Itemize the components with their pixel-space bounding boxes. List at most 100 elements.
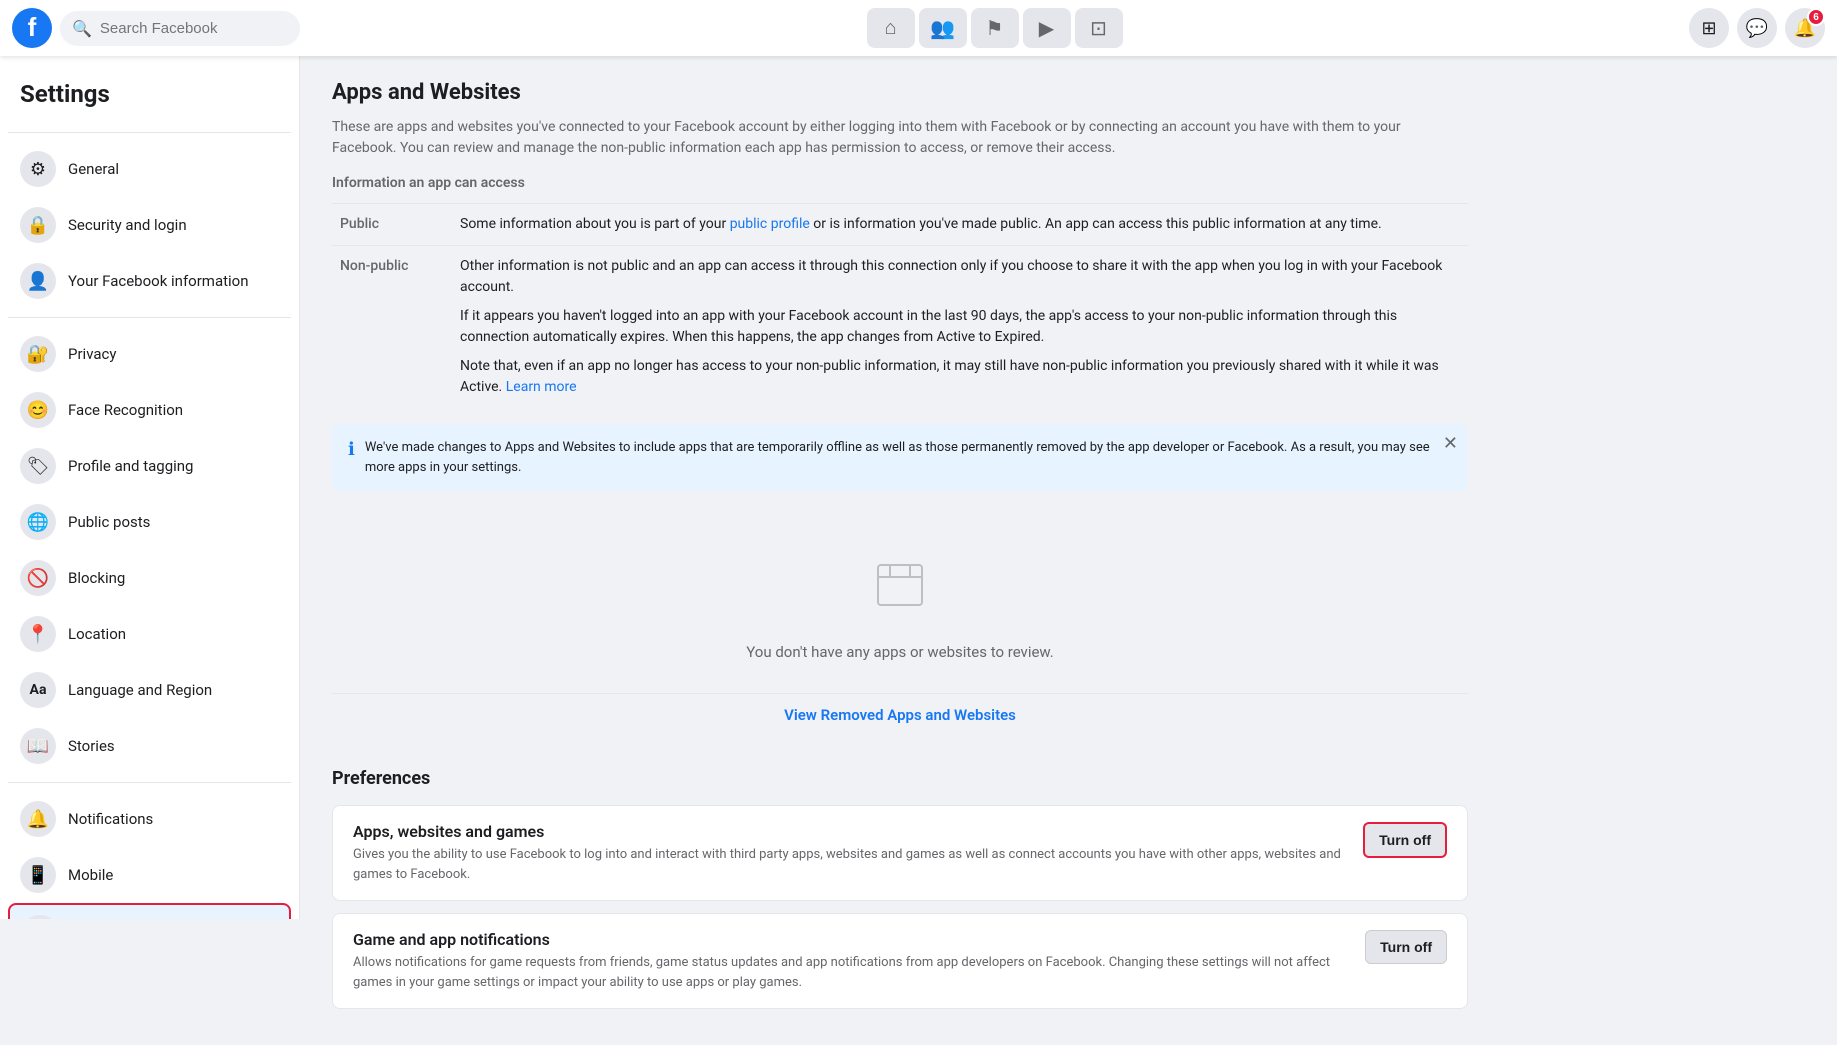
nav-icons-center: ⌂ 👥 ⚑ ▶ ⊡ [308, 8, 1681, 48]
language-icon: Aa [20, 672, 56, 708]
pref-card-text-1: Apps, websites and games Gives you the a… [353, 822, 1347, 884]
general-icon: ⚙ [20, 151, 56, 187]
sidebar-label-facebook-info: Your Facebook information [68, 272, 249, 290]
learn-more-link[interactable]: Learn more [506, 379, 577, 395]
sidebar-item-blocking[interactable]: 🚫 Blocking [8, 550, 291, 606]
sidebar-label-public-posts: Public posts [68, 513, 150, 531]
top-navigation: f 🔍 ⌂ 👥 ⚑ ▶ ⊡ ⊞ 💬 🔔 6 [0, 0, 1837, 56]
sidebar-label-notifications: Notifications [68, 810, 153, 828]
sidebar-item-general[interactable]: ⚙ General [8, 141, 291, 197]
sidebar-item-face-recognition[interactable]: 😊 Face Recognition [8, 382, 291, 438]
settings-title: Settings [8, 72, 291, 124]
sidebar-item-privacy[interactable]: 🔐 Privacy [8, 326, 291, 382]
page-title: Apps and Websites [332, 80, 1468, 105]
empty-state-text: You don't have any apps or websites to r… [746, 643, 1054, 661]
main-content: Apps and Websites These are apps and web… [300, 56, 1500, 1045]
nonpublic-text3-before: Note that, even if an app no longer has … [460, 358, 1439, 395]
public-text-before: Some information about you is part of yo… [460, 216, 730, 232]
pref-name-2: Game and app notifications [353, 930, 1349, 949]
pref-name-1: Apps, websites and games [353, 822, 1347, 841]
search-icon: 🔍 [72, 19, 92, 38]
view-removed-link[interactable]: View Removed Apps and Websites [332, 693, 1468, 736]
sidebar-item-language-region[interactable]: Aa Language and Region [8, 662, 291, 718]
preferences-title: Preferences [332, 768, 1468, 789]
sidebar-item-apps-websites[interactable]: ⊞ Apps and Websites [8, 903, 291, 919]
home-nav-button[interactable]: ⌂ [867, 8, 915, 48]
friends-nav-button[interactable]: 👥 [919, 8, 967, 48]
sidebar-label-face-recognition: Face Recognition [68, 401, 183, 419]
turn-off-apps-button[interactable]: Turn off [1363, 822, 1447, 858]
page-description: These are apps and websites you've conne… [332, 117, 1468, 159]
sidebar-label-language-region: Language and Region [68, 681, 212, 699]
empty-state-icon [870, 555, 930, 627]
sidebar-item-notifications[interactable]: 🔔 Notifications [8, 791, 291, 847]
notice-text: We've made changes to Apps and Websites … [365, 438, 1452, 477]
pref-card-game-app-notifications: Game and app notifications Allows notifi… [332, 913, 1468, 1009]
stories-icon: 📖 [20, 728, 56, 764]
settings-sidebar: Settings ⚙ General 🔒 Security and login … [0, 56, 300, 919]
sidebar-item-facebook-info[interactable]: 👤 Your Facebook information [8, 253, 291, 309]
table-row-public: Public Some information about you is par… [332, 204, 1468, 246]
search-bar[interactable]: 🔍 [60, 11, 300, 46]
apps-websites-icon: ⊞ [22, 915, 58, 919]
pref-desc-2: Allows notifications for game requests f… [353, 953, 1349, 992]
turn-off-game-notifications-button[interactable]: Turn off [1365, 930, 1447, 964]
blocking-icon: 🚫 [20, 560, 56, 596]
page-layout: Settings ⚙ General 🔒 Security and login … [0, 56, 1837, 1045]
public-posts-icon: 🌐 [20, 504, 56, 540]
grid-menu-button[interactable]: ⊞ [1689, 8, 1729, 48]
nonpublic-text: Other information is not public and an a… [452, 246, 1468, 409]
notifications-icon: 🔔 [20, 801, 56, 837]
pref-desc-1: Gives you the ability to use Facebook to… [353, 845, 1347, 884]
sidebar-label-security: Security and login [68, 216, 187, 234]
messenger-button[interactable]: 💬 [1737, 8, 1777, 48]
notice-box: ℹ We've made changes to Apps and Website… [332, 424, 1468, 491]
info-section-label: Information an app can access [332, 175, 1468, 191]
sidebar-item-location[interactable]: 📍 Location [8, 606, 291, 662]
notifications-button[interactable]: 🔔 6 [1785, 8, 1825, 48]
marketplace-nav-button[interactable]: ⊡ [1075, 8, 1123, 48]
sidebar-divider-3 [8, 782, 291, 783]
sidebar-divider-1 [8, 132, 291, 133]
profile-tagging-icon: 🏷 [20, 448, 56, 484]
watch-nav-button[interactable]: ▶ [1023, 8, 1071, 48]
empty-state: You don't have any apps or websites to r… [332, 515, 1468, 693]
nonpublic-label: Non-public [332, 246, 452, 409]
public-profile-link[interactable]: public profile [730, 216, 810, 232]
nonpublic-text3: Note that, even if an app no longer has … [460, 356, 1460, 398]
pref-card-text-2: Game and app notifications Allows notifi… [353, 930, 1349, 992]
sidebar-item-security[interactable]: 🔒 Security and login [8, 197, 291, 253]
public-label: Public [332, 204, 452, 246]
pages-nav-button[interactable]: ⚑ [971, 8, 1019, 48]
sidebar-label-mobile: Mobile [68, 866, 113, 884]
facebook-logo[interactable]: f [12, 8, 52, 48]
face-recognition-icon: 😊 [20, 392, 56, 428]
svg-text:f: f [28, 12, 37, 42]
nonpublic-text2: If it appears you haven't logged into an… [460, 306, 1460, 348]
topnav-right-actions: ⊞ 💬 🔔 6 [1689, 8, 1825, 48]
public-text: Some information about you is part of yo… [452, 204, 1468, 246]
mobile-icon: 📱 [20, 857, 56, 893]
sidebar-item-public-posts[interactable]: 🌐 Public posts [8, 494, 291, 550]
sidebar-label-general: General [68, 160, 119, 178]
security-icon: 🔒 [20, 207, 56, 243]
info-icon: ℹ [348, 439, 355, 460]
sidebar-label-blocking: Blocking [68, 569, 125, 587]
sidebar-label-stories: Stories [68, 737, 115, 755]
facebook-info-icon: 👤 [20, 263, 56, 299]
location-icon: 📍 [20, 616, 56, 652]
sidebar-item-mobile[interactable]: 📱 Mobile [8, 847, 291, 903]
sidebar-label-privacy: Privacy [68, 345, 116, 363]
sidebar-label-location: Location [68, 625, 126, 643]
notification-badge: 6 [1807, 8, 1825, 26]
search-input[interactable] [100, 20, 288, 37]
pref-card-apps-websites-games: Apps, websites and games Gives you the a… [332, 805, 1468, 901]
info-access-table: Public Some information about you is par… [332, 203, 1468, 408]
sidebar-item-stories[interactable]: 📖 Stories [8, 718, 291, 774]
sidebar-divider-2 [8, 317, 291, 318]
nonpublic-text1: Other information is not public and an a… [460, 256, 1460, 298]
notice-close-button[interactable]: ✕ [1443, 434, 1458, 452]
privacy-icon: 🔐 [20, 336, 56, 372]
sidebar-label-profile-tagging: Profile and tagging [68, 457, 193, 475]
sidebar-item-profile-tagging[interactable]: 🏷 Profile and tagging [8, 438, 291, 494]
